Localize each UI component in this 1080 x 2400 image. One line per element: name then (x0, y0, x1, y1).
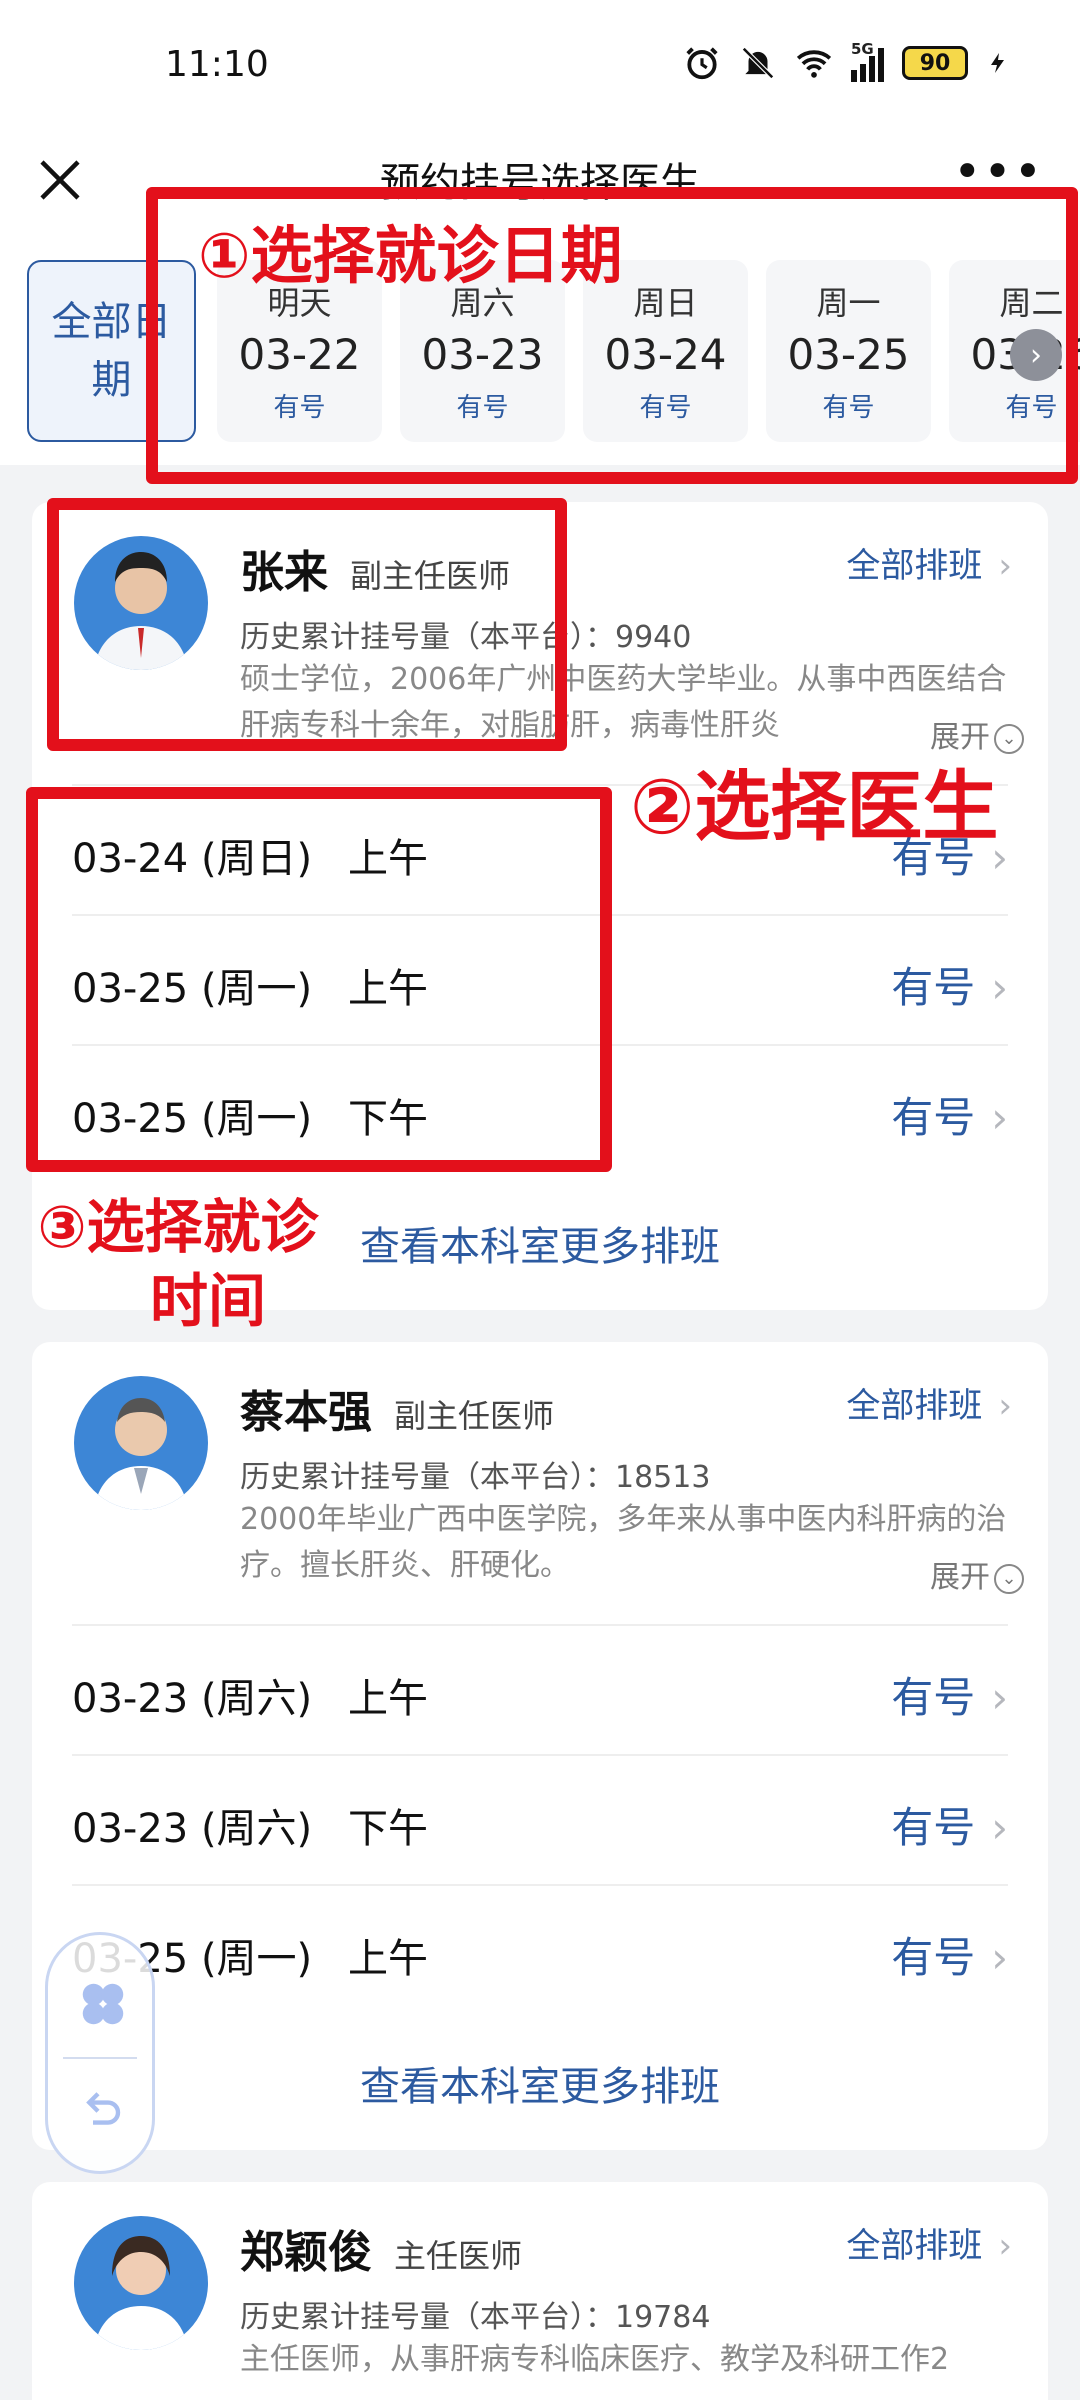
chevron-right-icon: › (991, 1933, 1008, 1982)
doctor-avatar (74, 2216, 208, 2350)
chevron-right-icon: › (998, 2226, 1012, 2266)
chevron-right-icon: › (991, 1673, 1008, 1722)
time-slot-row[interactable]: 03-23 (周六) 上午 有号 › (72, 1624, 1008, 1754)
undo-icon[interactable] (78, 2085, 128, 2135)
doctor-avatar (74, 1376, 208, 1510)
all-schedule-label: 全部排班 (846, 2226, 983, 2266)
annotation-step1: ①选择就诊日期 (198, 219, 623, 292)
all-schedule-link[interactable]: 全部排班 › (846, 2218, 1012, 2267)
slot-period: 下午 (348, 1806, 428, 1852)
chevron-down-icon: ⌄ (994, 1563, 1024, 1594)
slot-period: 上午 (348, 1676, 428, 1722)
divider (63, 2057, 137, 2059)
doctor-name: 郑颖俊 (240, 2227, 372, 2278)
all-schedule-label: 全部排班 (846, 546, 983, 586)
annotation-step3-line2: 时间 (149, 1267, 266, 1335)
battery-indicator: 90 (902, 46, 968, 80)
chevron-right-icon: › (991, 1093, 1008, 1142)
chevron-right-icon: › (998, 1386, 1012, 1426)
slot-date: 03-23 (周六) (72, 1806, 313, 1852)
status-bar: 11:10 5G 90 (0, 0, 1080, 130)
alarm-icon (686, 47, 718, 80)
chevron-right-icon: › (998, 546, 1012, 586)
slot-status: 有号 › (891, 1803, 1008, 1852)
annotation-box-doctor (47, 498, 567, 751)
doctor-description: 2000年毕业广西中医学院，多年来从事中医内科肝病的治疗。擅长肝炎、肝硬化。 (240, 1502, 1007, 1583)
slot-period: 上午 (348, 1936, 428, 1982)
annotation-step3: ③选择就诊 时间 (18, 1190, 338, 1338)
time-slot-row[interactable]: 03-25 (周一) 上午 有号 › (72, 1884, 1008, 2014)
network-type: 5G (851, 40, 874, 58)
slot-status: 有号 › (891, 963, 1008, 1012)
more-menu-icon[interactable]: ••• (953, 148, 1044, 196)
chevron-right-icon: › (991, 963, 1008, 1012)
signal-icon: 5G (851, 40, 884, 82)
chevron-down-icon: ⌄ (994, 723, 1024, 754)
doctor-description: 主任医师，从事肝病专科临床医疗、教学及科研工作2 (240, 2342, 950, 2377)
expand-label: 展开 (930, 1560, 990, 1595)
registration-count: 历史累计挂号量（本平台）：19784 (240, 2300, 711, 2335)
mute-bell-icon (742, 47, 774, 79)
annotation-step2: ②选择医生 (630, 762, 999, 851)
expand-button[interactable]: 展开 ⌄ (922, 1552, 1024, 1596)
doctor-name-row: 郑颖俊 主任医师 (240, 2216, 522, 2280)
time-slot-list: 03-23 (周六) 上午 有号 › 03-23 (周六) 下午 有号 › 03-2… (32, 1624, 1048, 2014)
chevron-right-icon: › (991, 1803, 1008, 1852)
status-time: 11:10 (165, 44, 269, 85)
wifi-icon (796, 50, 832, 78)
time-slot-row[interactable]: 03-23 (周六) 下午 有号 › (72, 1754, 1008, 1884)
doctor-name: 蔡本强 (240, 1387, 372, 1438)
doctor-card[interactable]: 蔡本强 副主任医师 全部排班 › 历史累计挂号量（本平台）：18513 2000年毕… (32, 1342, 1048, 2150)
annotation-box-slots (26, 787, 612, 1172)
slot-date: 03-23 (周六) (72, 1676, 313, 1722)
doctor-name-row: 蔡本强 副主任医师 (240, 1376, 554, 1440)
doctor-title: 副主任医师 (394, 1397, 555, 1435)
floating-assistant[interactable] (45, 1932, 155, 2174)
doctor-title: 主任医师 (394, 2237, 523, 2275)
registration-count: 历史累计挂号量（本平台）：18513 (240, 1460, 711, 1495)
slot-status: 有号 › (891, 1933, 1008, 1982)
apps-icon[interactable] (76, 1977, 130, 2031)
all-schedule-link[interactable]: 全部排班 › (846, 1378, 1012, 1427)
charging-icon (991, 53, 1004, 73)
more-schedule-link[interactable]: 查看本科室更多排班 (32, 2054, 1048, 2112)
all-schedule-link[interactable]: 全部排班 › (846, 538, 1012, 587)
doctor-card[interactable]: 郑颖俊 主任医师 全部排班 › 历史累计挂号量（本平台）：19784 主任医师，从事… (32, 2182, 1048, 2400)
slot-status: 有号 › (891, 1673, 1008, 1722)
all-schedule-label: 全部排班 (846, 1386, 983, 1426)
annotation-step3-line1: ③选择就诊 (37, 1193, 319, 1261)
slot-status: 有号 › (891, 1093, 1008, 1142)
status-icons: 5G 90 (683, 40, 1010, 82)
